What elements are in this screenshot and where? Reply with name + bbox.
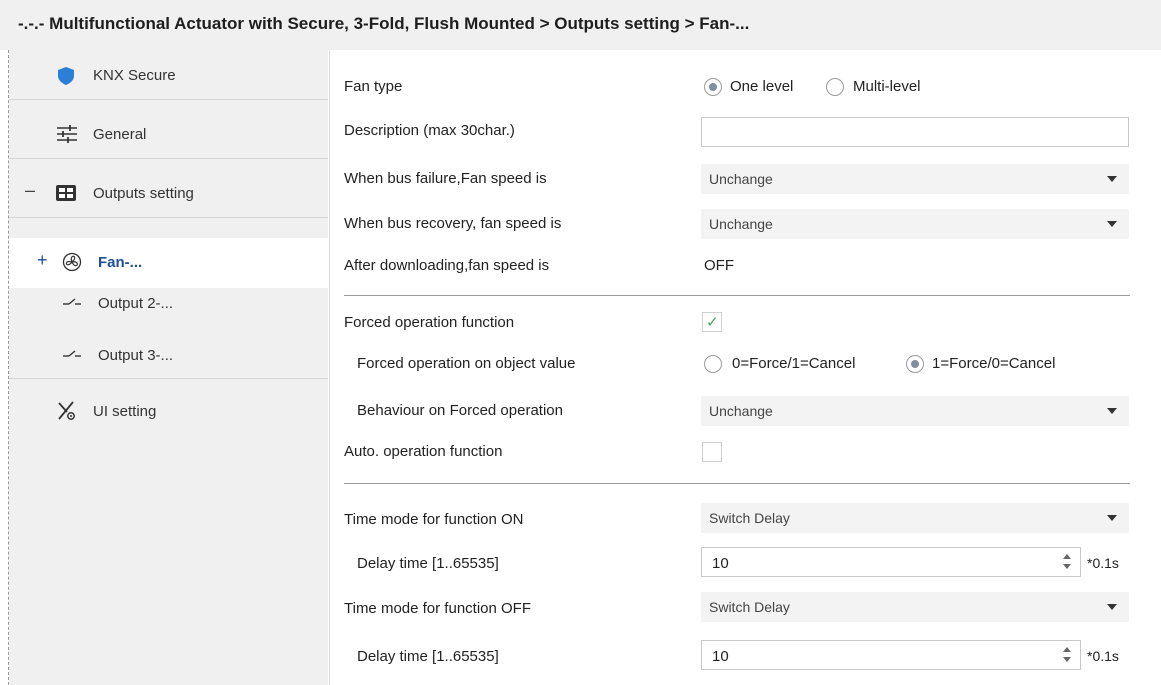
time-mode-off-select[interactable]: Switch Delay	[701, 592, 1129, 622]
delay-off-label: Delay time [1..65535]	[357, 648, 499, 665]
delay-on-unit: *0.1s	[1087, 555, 1119, 571]
shield-icon	[58, 67, 74, 85]
title-bar: -.-.- Multifunctional Actuator with Secu…	[0, 0, 1161, 50]
spinner-icon[interactable]	[1062, 553, 1072, 573]
fan-icon	[62, 252, 82, 272]
sidebar-item-label: Fan-...	[98, 254, 143, 271]
fan-type-multi-level-radio[interactable]	[826, 78, 844, 96]
section-divider	[344, 483, 1130, 484]
sidebar-item-output-2[interactable]: Output 2-...	[9, 286, 328, 336]
after-download-row: After downloading,fan speed is OFF	[330, 249, 1161, 283]
spinner-icon[interactable]	[1062, 646, 1072, 666]
sidebar-item-outputs-setting[interactable]: – Outputs setting	[9, 168, 328, 218]
bus-failure-label: When bus failure,Fan speed is	[344, 170, 547, 187]
sliders-icon	[57, 125, 77, 143]
fan-type-one-level-radio[interactable]	[704, 78, 722, 96]
grid-icon	[56, 185, 76, 201]
sidebar: KNX Secure General – Outputs setting + F…	[9, 50, 328, 685]
delay-on-input[interactable]: 10	[701, 547, 1081, 577]
divider	[9, 378, 328, 379]
switch-icon	[63, 298, 81, 305]
sidebar-item-label: Output 3-...	[98, 347, 174, 364]
bus-recovery-label: When bus recovery, fan speed is	[344, 215, 562, 232]
sidebar-item-knx-secure[interactable]: KNX Secure	[9, 50, 328, 100]
delay-off-unit: *0.1s	[1087, 648, 1119, 664]
time-mode-off-label: Time mode for function OFF	[344, 600, 532, 617]
force0-cancel1-radio[interactable]	[704, 355, 722, 373]
auto-function-checkbox[interactable]	[702, 442, 722, 462]
chevron-down-icon	[1107, 408, 1117, 414]
bus-recovery-row: When bus recovery, fan speed is Unchange	[330, 207, 1161, 241]
forced-object-value-row: Forced operation on object value 0=Force…	[330, 347, 1161, 381]
forced-function-checkbox[interactable]: ✓	[702, 312, 722, 332]
description-label: Description (max 30char.)	[344, 122, 515, 139]
checkmark-icon: ✓	[706, 314, 719, 331]
sidebar-item-fan[interactable]: + Fan-...	[9, 238, 328, 288]
sidebar-item-label: General	[93, 126, 147, 143]
sidebar-item-general[interactable]: General	[9, 109, 328, 159]
fan-type-one-level-label: One level	[730, 78, 794, 95]
after-download-value: OFF	[704, 257, 734, 274]
settings-tool-icon	[58, 401, 75, 420]
after-download-label: After downloading,fan speed is	[344, 257, 550, 274]
description-input[interactable]	[701, 117, 1129, 147]
expand-icon[interactable]: +	[37, 250, 48, 271]
sidebar-item-label: KNX Secure	[93, 67, 176, 84]
forced-behaviour-row: Behaviour on Forced operation Unchange	[330, 394, 1161, 428]
forced-behaviour-select[interactable]: Unchange	[701, 396, 1129, 426]
auto-function-row: Auto. operation function	[330, 435, 1161, 469]
delay-off-input[interactable]: 10	[701, 640, 1081, 670]
force1-cancel0-label: 1=Force/0=Cancel	[932, 355, 1056, 372]
time-mode-off-row: Time mode for function OFF Switch Delay	[330, 592, 1161, 626]
bus-failure-select[interactable]: Unchange	[701, 164, 1129, 194]
time-mode-on-row: Time mode for function ON Switch Delay	[330, 503, 1161, 537]
time-mode-on-label: Time mode for function ON	[344, 511, 524, 528]
sidebar-item-ui-setting[interactable]: UI setting	[9, 386, 328, 436]
bus-failure-row: When bus failure,Fan speed is Unchange	[330, 162, 1161, 196]
forced-behaviour-label: Behaviour on Forced operation	[357, 402, 563, 419]
force0-cancel1-label: 0=Force/1=Cancel	[732, 355, 856, 372]
force1-cancel0-radio[interactable]	[906, 355, 924, 373]
delay-on-label: Delay time [1..65535]	[357, 555, 499, 572]
forced-function-label: Forced operation function	[344, 314, 515, 331]
delay-on-row: Delay time [1..65535] 10 *0.1s	[330, 547, 1161, 581]
switch-icon	[63, 350, 81, 357]
bus-recovery-select[interactable]: Unchange	[701, 209, 1129, 239]
fan-type-multi-level-label: Multi-level	[853, 78, 921, 95]
auto-function-label: Auto. operation function	[344, 443, 503, 460]
forced-object-value-label: Forced operation on object value	[357, 355, 576, 372]
section-divider	[344, 295, 1130, 296]
sidebar-item-label: Outputs setting	[93, 185, 194, 202]
time-mode-on-select[interactable]: Switch Delay	[701, 503, 1129, 533]
chevron-down-icon	[1107, 515, 1117, 521]
collapse-icon[interactable]: –	[25, 180, 35, 201]
settings-panel: Fan type One level Multi-level Descripti…	[329, 50, 1161, 685]
description-row: Description (max 30char.)	[330, 114, 1161, 148]
sidebar-item-label: Output 2-...	[98, 295, 174, 312]
breadcrumb: -.-.- Multifunctional Actuator with Secu…	[18, 14, 750, 33]
forced-function-row: Forced operation function ✓	[330, 306, 1161, 340]
chevron-down-icon	[1107, 604, 1117, 610]
sidebar-item-label: UI setting	[93, 403, 157, 420]
fan-type-row: Fan type One level Multi-level	[330, 70, 1161, 104]
fan-type-label: Fan type	[344, 78, 403, 95]
chevron-down-icon	[1107, 176, 1117, 182]
chevron-down-icon	[1107, 221, 1117, 227]
delay-off-row: Delay time [1..65535] 10 *0.1s	[330, 640, 1161, 674]
